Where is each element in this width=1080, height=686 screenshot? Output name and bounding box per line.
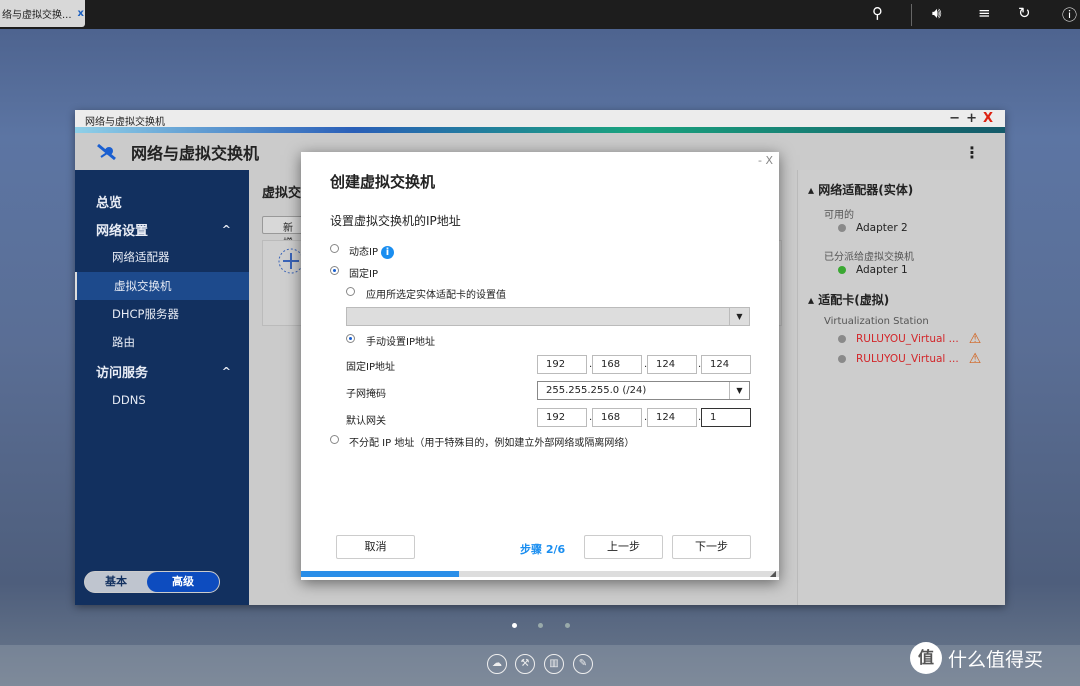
chevron-down-icon: ▼ xyxy=(729,382,749,399)
status-dot xyxy=(838,335,846,343)
gateway-label: 默认网关 xyxy=(346,416,386,427)
dialog-close-button[interactable]: - X xyxy=(758,154,773,167)
status-dot xyxy=(838,266,846,274)
tab-label: 络与虚拟交换... xyxy=(2,10,72,21)
sidebar: 总览 网络设置 ^ 网络适配器 虚拟交换机 DHCP服务器 路由 访问服务 ^ DD… xyxy=(75,170,249,605)
chevron-down-icon: ▼ xyxy=(729,308,749,325)
sidebar-item-network-adapters[interactable]: 网络适配器 xyxy=(75,243,249,271)
status-dot xyxy=(838,224,846,232)
sidebar-item-ddns[interactable]: DDNS xyxy=(75,386,249,414)
sidebar-item-overview[interactable]: 总览 xyxy=(75,187,249,215)
ip-octet-2[interactable]: 168 xyxy=(592,355,642,374)
ip-octet-4[interactable]: 124 xyxy=(701,355,751,374)
chevron-up-icon: ^ xyxy=(221,364,231,378)
dialog-subtitle: 设置虚拟交换机的IP地址 xyxy=(330,214,461,228)
dialog-title: 创建虚拟交换机 xyxy=(330,173,436,191)
radio-static-ip[interactable] xyxy=(330,266,339,275)
next-button[interactable]: 下一步 xyxy=(672,535,751,559)
window-controls: −+X xyxy=(949,111,999,126)
more-menu-icon[interactable]: ⋮ xyxy=(964,143,980,162)
minimize-button[interactable]: − xyxy=(949,111,966,126)
sync-icon[interactable]: ↻ xyxy=(1018,4,1031,22)
sidebar-item-network-settings[interactable]: 网络设置 ^ xyxy=(75,215,249,243)
book-icon[interactable]: ▥ xyxy=(544,654,564,674)
radio-manual-ip[interactable] xyxy=(346,334,355,343)
sidebar-item-routing[interactable]: 路由 xyxy=(75,328,249,356)
ip-address-label: 固定IP地址 xyxy=(346,362,395,373)
notifications-icon[interactable]: ≡ xyxy=(978,4,991,22)
available-label: 可用的 xyxy=(824,210,854,221)
adapter-select: ▼ xyxy=(346,307,750,326)
app-title: 网络与虚拟交换机 xyxy=(131,143,260,163)
adapter-panel: ▴ 网络适配器(实体) 可用的 Adapter 2 已分派给虚拟交换机 Adap… xyxy=(797,170,1005,605)
progress-fill xyxy=(301,571,459,577)
page-dot-3[interactable] xyxy=(565,623,570,628)
ip-octet-3[interactable]: 124 xyxy=(647,355,697,374)
tools-icon[interactable]: ⚒ xyxy=(515,654,535,674)
top-bar: 络与虚拟交换... x ⚲ 🔊︎ ≡ ↻ ⓘ xyxy=(0,0,1080,29)
network-switch-icon xyxy=(97,143,116,160)
sidebar-item-dhcp-server[interactable]: DHCP服务器 xyxy=(75,300,249,328)
radio-apply-adapter[interactable] xyxy=(346,287,355,296)
subnet-mask-label: 子网掩码 xyxy=(346,389,386,400)
ip-octet-1[interactable]: 192 xyxy=(537,355,587,374)
dynamic-ip-label: 动态IP i xyxy=(349,243,394,259)
physical-adapters-header[interactable]: ▴ 网络适配器(实体) xyxy=(808,181,913,198)
edit-icon[interactable]: ✎ xyxy=(573,654,593,674)
gateway-octet-1[interactable]: 192 xyxy=(537,408,587,427)
warning-icon: ⚠ xyxy=(968,331,982,347)
window-title: 网络与虚拟交换机 xyxy=(75,110,1005,128)
radio-dynamic-ip[interactable] xyxy=(330,244,339,253)
status-dot xyxy=(838,355,846,363)
gateway-octet-2[interactable]: 168 xyxy=(592,408,642,427)
divider xyxy=(911,4,912,26)
close-button[interactable]: X xyxy=(983,111,999,126)
section-title: 虚拟交 xyxy=(262,186,302,201)
volume-icon[interactable]: 🔊︎ xyxy=(932,4,941,22)
info-icon[interactable]: i xyxy=(380,245,394,259)
watermark-text: 什么值得买 xyxy=(948,648,1044,671)
adapter-item[interactable]: Adapter 2 xyxy=(838,222,908,234)
maximize-button[interactable]: + xyxy=(966,111,983,126)
app-tab[interactable]: 络与虚拟交换... x xyxy=(0,0,85,27)
vs-label: Virtualization Station xyxy=(824,316,929,327)
resize-handle-icon[interactable]: ◢ xyxy=(770,569,776,578)
mode-basic[interactable]: 基本 xyxy=(85,572,147,592)
create-virtual-switch-dialog: - X 创建虚拟交换机 设置虚拟交换机的IP地址 动态IP i 固定IP 应用所选… xyxy=(301,152,779,580)
sidebar-item-access-services[interactable]: 访问服务 ^ xyxy=(75,357,249,385)
radio-no-ip[interactable] xyxy=(330,435,339,444)
progress-bar xyxy=(301,571,779,577)
virtual-adapter-item[interactable]: RULUYOU_Virtual ... ⚠ xyxy=(838,351,981,367)
page-dot-1[interactable] xyxy=(512,623,517,628)
mode-toggle[interactable]: 基本 高级 xyxy=(84,571,220,593)
watermark: 值什么值得买 xyxy=(910,642,1043,674)
info-icon[interactable]: ⓘ xyxy=(1062,4,1077,25)
tab-close-button[interactable]: x xyxy=(78,8,84,19)
search-icon[interactable]: ⚲ xyxy=(872,4,883,22)
subnet-mask-select[interactable]: 255.255.255.0 (/24) ▼ xyxy=(537,381,750,400)
manual-ip-label: 手动设置IP地址 xyxy=(366,337,435,348)
cancel-button[interactable]: 取消 xyxy=(336,535,415,559)
sidebar-item-virtual-switch[interactable]: 虚拟交换机 xyxy=(75,272,249,300)
page-dot-2[interactable] xyxy=(538,623,543,628)
virtual-adapters-header[interactable]: ▴ 适配卡(虚拟) xyxy=(808,291,889,308)
apply-adapter-label: 应用所选定实体适配卡的设置值 xyxy=(366,290,506,301)
cloud-icon[interactable]: ☁ xyxy=(487,654,507,674)
no-ip-label: 不分配 IP 地址（用于特殊目的，例如建立外部网络或隔离网络） xyxy=(349,438,635,449)
previous-button[interactable]: 上一步 xyxy=(584,535,663,559)
gateway-octet-4[interactable]: 1 xyxy=(701,408,751,427)
step-indicator: 步骤 2/6 xyxy=(520,543,566,556)
static-ip-label: 固定IP xyxy=(349,269,378,280)
warning-icon: ⚠ xyxy=(968,351,982,367)
adapter-item[interactable]: Adapter 1 xyxy=(838,264,908,276)
virtual-adapter-item[interactable]: RULUYOU_Virtual ... ⚠ xyxy=(838,331,981,347)
gateway-octet-3[interactable]: 124 xyxy=(647,408,697,427)
mode-advanced[interactable]: 高级 xyxy=(147,572,219,592)
assigned-label: 已分派给虚拟交换机 xyxy=(824,252,914,263)
chevron-up-icon: ^ xyxy=(221,222,231,236)
watermark-logo: 值 xyxy=(910,642,942,674)
